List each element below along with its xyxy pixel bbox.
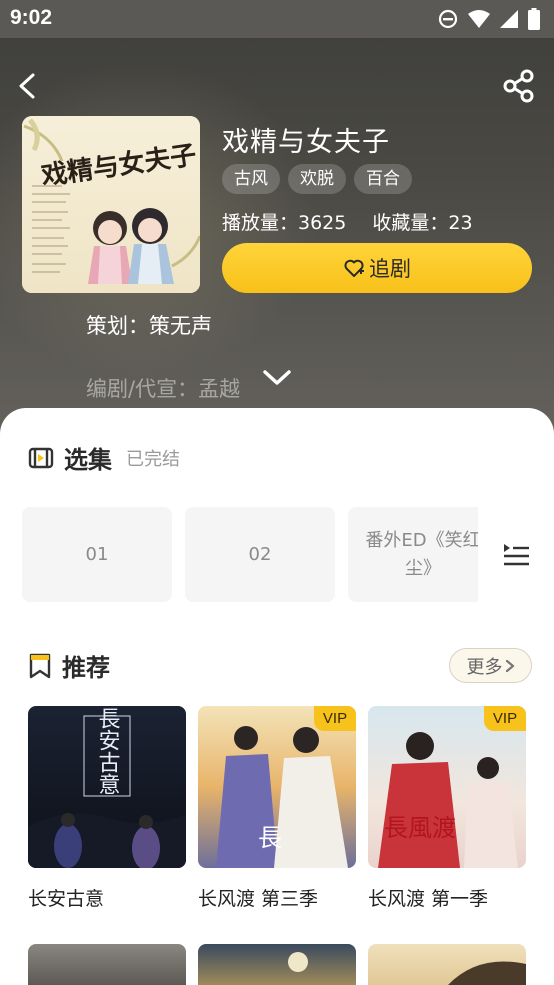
recommend-poster: 長風渡 VIP	[368, 706, 526, 868]
recommend-name: 长风渡 第一季	[368, 888, 489, 910]
play-count: 播放量：3625	[222, 212, 347, 234]
drama-cover-image: 戏精与女夫子	[22, 116, 200, 293]
episode-list: 01 02 番外ED《笑红尘》	[22, 507, 478, 602]
share-icon	[503, 69, 534, 103]
tag-item[interactable]: 百合	[354, 164, 412, 194]
bookmark-icon	[29, 653, 51, 678]
recommend-card-partial[interactable]	[28, 944, 186, 985]
status-bar: 9:02	[0, 0, 554, 38]
chevron-down-icon	[263, 370, 291, 385]
episode-section-header: 选集 已完结	[28, 440, 180, 475]
recommend-card-partial[interactable]	[368, 944, 526, 985]
recommend-card[interactable]: 長風渡 VIP 长风渡 第一季	[368, 706, 526, 911]
recommend-card-partial[interactable]	[198, 944, 356, 985]
playlist-icon	[504, 544, 529, 566]
recommend-name: 长风渡 第三季	[198, 888, 319, 910]
tag-item[interactable]: 欢脱	[288, 164, 346, 194]
back-arrow-icon	[19, 73, 35, 99]
episode-list-toggle-button[interactable]	[502, 541, 530, 567]
recommend-section-title: 推荐	[62, 654, 110, 682]
drama-title: 戏精与女夫子	[222, 127, 390, 158]
more-label: 更多	[466, 656, 503, 678]
poster-title-text: 長安古意	[95, 707, 120, 795]
recommend-poster: 長安古意	[28, 706, 186, 868]
episode-status: 已完结	[126, 448, 180, 470]
signal-icon	[500, 10, 518, 28]
status-time: 9:02	[10, 6, 53, 29]
episode-item[interactable]: 番外ED《笑红尘》	[348, 507, 478, 602]
vip-badge: VIP	[484, 706, 526, 731]
chevron-right-icon	[505, 659, 514, 672]
recommend-name: 长安古意	[28, 888, 105, 910]
drama-tags: 古风 欢脱 百合	[222, 164, 412, 194]
episode-label: 番外ED《笑红尘》	[365, 529, 478, 579]
drama-stats: 播放量：3625 收藏量：23	[222, 208, 473, 235]
vip-badge: VIP	[314, 706, 356, 731]
collect-count: 收藏量：23	[372, 212, 473, 234]
follow-label: 追剧	[369, 257, 411, 281]
back-button[interactable]	[12, 68, 48, 104]
share-button[interactable]	[502, 68, 536, 104]
episode-label: 01	[85, 543, 109, 565]
heart-plus-icon	[344, 259, 364, 277]
dnd-icon	[438, 9, 458, 29]
tag-item[interactable]: 古风	[222, 164, 280, 194]
planner-credit: 策划：策无声	[86, 314, 212, 338]
recommend-section-header: 推荐	[28, 648, 110, 683]
recommend-card[interactable]: 長 VIP 长风渡 第三季	[198, 706, 356, 911]
film-icon	[28, 447, 54, 468]
expand-details-button[interactable]	[262, 366, 292, 390]
episode-section-title: 选集	[64, 446, 112, 474]
recommend-poster: 長 VIP	[198, 706, 356, 868]
episode-item[interactable]: 02	[185, 507, 335, 602]
episode-label: 02	[248, 543, 272, 565]
svg-text:長風渡: 長風渡	[384, 814, 456, 842]
follow-drama-button[interactable]: 追剧	[222, 243, 532, 293]
recommend-card[interactable]: 長安古意 长安古意	[28, 706, 186, 911]
svg-text:長: 長	[258, 824, 282, 852]
wifi-icon	[468, 10, 490, 28]
writer-credit: 编剧/代宣：孟越	[86, 377, 241, 401]
more-button[interactable]: 更多	[449, 648, 532, 683]
battery-icon	[528, 8, 540, 30]
episode-item[interactable]: 01	[22, 507, 172, 602]
